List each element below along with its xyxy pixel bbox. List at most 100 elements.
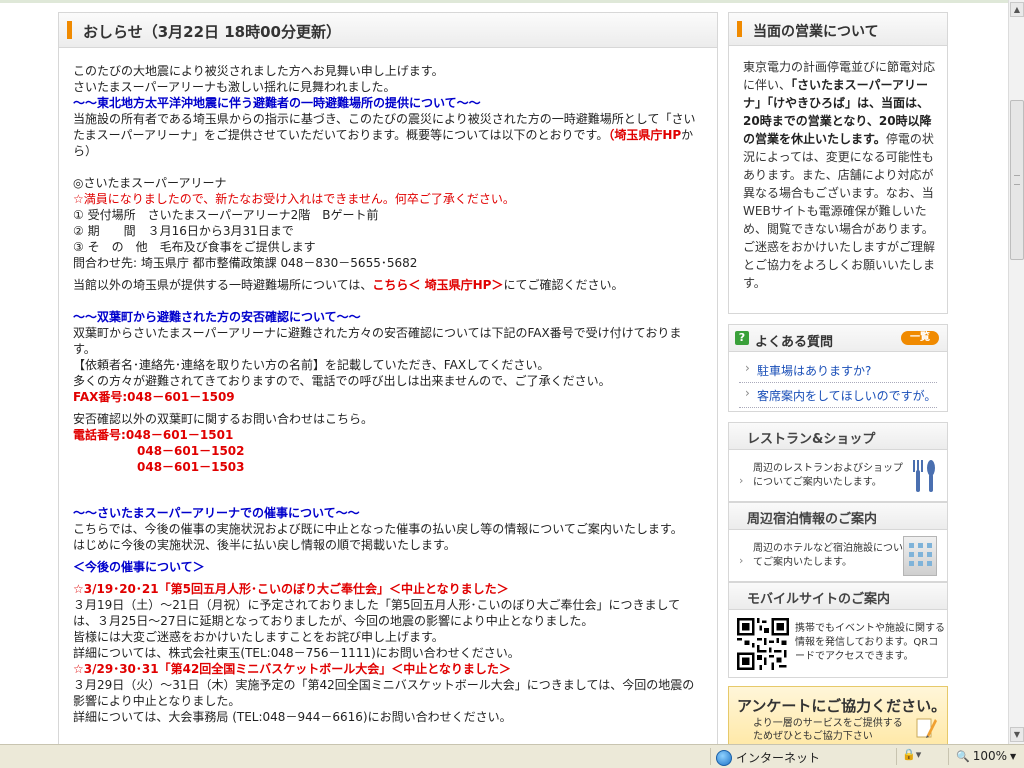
tel-number-1: 048－601－1501: [125, 428, 234, 442]
survey-text: より一層のサービスをご提供する ためぜひともご協力下さい: [753, 717, 903, 743]
info-item-1: ① 受付場所 さいたまスーパーアリーナ2階 Bゲート前: [73, 208, 379, 222]
hotel-arrow-icon: ›: [739, 554, 744, 567]
pencil-icon: [916, 718, 937, 738]
restaurant-text: 周辺のレストランおよびショップについてご案内いたします。: [753, 463, 903, 488]
scroll-up-icon[interactable]: ▲: [1010, 2, 1024, 17]
business-accent: [737, 21, 742, 37]
hotel-panel[interactable]: 周辺宿泊情報のご案内 › 周辺のホテルなど宿泊施設についてご案内いたします。: [728, 502, 948, 582]
survey-text-2: ためぜひともご協力下さい: [753, 731, 873, 742]
event-1-title: ☆3/19･20･21「第5回五月人形･こいのぼり大ご奉仕会」＜中止となりました…: [73, 582, 509, 596]
faq-item-parking[interactable]: 駐車場はありますか?: [739, 358, 937, 383]
mobile-text: 携帯でもイベントや施設に関する情報を発信しております。QRコードでアクセスできま…: [795, 623, 945, 662]
events-body-1: こちらでは、今後の催事の実施状況および既に中止となった催事の払い戻し等の情報につ…: [73, 522, 683, 536]
futaba-heading: ～～双葉町から避難された方の安否確認について～～: [73, 310, 361, 324]
intro-line-2: さいたまスーパーアリーナも激しい揺れに見舞われました。: [73, 80, 396, 94]
cutlery-icon: [913, 460, 935, 492]
futaba-body-3: 多くの方々が避難されてきておりますので、電話での呼び出しは出来ませんので、ご了承…: [73, 374, 611, 388]
tel-label: 電話番号:: [73, 428, 126, 442]
survey-text-1: より一層のサービスをご提供する: [753, 718, 903, 729]
info-item-3: ③ そ の 他 毛布及び食事をご提供します: [73, 240, 316, 254]
intro-line-1: このたびの大地震により被災されました方へお見舞い申し上げます。: [73, 64, 444, 78]
upcoming-events-heading: ＜今後の催事について＞: [73, 560, 205, 574]
globe-icon: [716, 749, 732, 766]
survey-banner[interactable]: アンケートにご協力ください。 より一層のサービスをご提供する ためぜひともご協力…: [728, 686, 948, 744]
status-bar: インターネット 🔒▾ 🔍 100% ▼: [0, 744, 1024, 768]
hotel-text: 周辺のホテルなど宿泊施設についてご案内いたします。: [753, 543, 903, 568]
building-icon: [903, 536, 937, 576]
question-icon: ?: [735, 331, 749, 345]
evacuation-body: 当施設の所有者である埼玉県からの指示に基づき、このたびの震災により被災された方の…: [73, 112, 696, 142]
info-item-2: ② 期 間 ３月16日から3月31日まで: [73, 224, 294, 238]
business-text: 東京電力の計画停電並びに節電対応に伴い、「さいたまスーパーアリーナ」「けやきひろ…: [729, 46, 947, 300]
notice-header: おしらせ（3月22日 18時00分更新）: [59, 13, 717, 48]
evacuation-heading: ～～東北地方太平洋沖地震に伴う避難者の一時避難場所の提供について～～: [73, 96, 481, 110]
event-1-body-3: 詳細については、株式会社東玉(TEL:048－756－1111)にお問い合わせく…: [73, 646, 520, 660]
status-divider-2: [896, 748, 897, 765]
event-2-title: ☆3/29･30･31「第42回全国ミニバスケットボール大会」＜中止となりました…: [73, 662, 511, 676]
hotel-title: 周辺宿泊情報のご案内: [747, 512, 878, 527]
protected-mode-icon[interactable]: 🔒▾: [902, 748, 921, 761]
mobile-body: 携帯でもイベントや施設に関する情報を発信しております。QRコードでアクセスできま…: [729, 610, 947, 678]
top-border: [0, 0, 1008, 3]
zoom-level: 100%: [972, 749, 1008, 763]
tel-line-1: 電話番号:048－601－1501: [73, 427, 703, 443]
restaurant-arrow-icon: ›: [739, 474, 744, 487]
faq-list-button[interactable]: 一覧: [901, 331, 939, 345]
facility-heading: ◎さいたまスーパーアリーナ: [73, 176, 227, 190]
faq-header: ? よくある質問 一覧: [729, 325, 947, 352]
futaba-body-1: 双葉町からさいたまスーパーアリーナに避難された方々の安否確認については下記のFA…: [73, 326, 682, 356]
faq-item-seating[interactable]: 客席案内をしてほしいのですが。: [739, 383, 937, 408]
notice-panel: おしらせ（3月22日 18時00分更新） このたびの大地震により被災されました方…: [58, 12, 718, 744]
hotel-body: › 周辺のホテルなど宿泊施設についてご案内いたします。: [729, 530, 947, 582]
evacuation-text: 当施設の所有者である埼玉県からの指示に基づき、このたびの震災により被災された方の…: [73, 111, 703, 159]
restaurant-header: レストラン&ショップ: [729, 423, 947, 450]
faq-panel: ? よくある質問 一覧 駐車場はありますか? 客席案内をしてほしいのですが。: [728, 324, 948, 412]
events-body-2: はじめに今後の実施状況、後半に払い戻し情報の順で掲載いたします。: [73, 538, 456, 552]
mobile-panel[interactable]: モバイルサイトのご案内 携帯でもイベントや施設に関する情報を発信しております。Q…: [728, 582, 948, 678]
event-1-body-1: ３月19日（土）～21日（月祝）に予定されておりました「第5回五月人形･こいのぼ…: [73, 598, 681, 628]
tel-number-2: 048－601－1502: [137, 444, 245, 458]
info-contact: 問合わせ先: 埼玉県庁 都市整備政策課 048－830－5655･5682: [73, 256, 418, 270]
qr-code-icon: [737, 618, 789, 670]
hotel-header: 周辺宿泊情報のご案内: [729, 503, 947, 530]
event-2-body-2: 詳細については、大会事務局 (TEL:048－944－6616)にお問い合わせく…: [73, 710, 512, 724]
futaba-other: 安否確認以外の双葉町に関するお問い合わせはこちら。: [73, 412, 374, 426]
other-shelters-end: にてご確認ください。: [503, 278, 624, 292]
fax-number: FAX番号:048－601－1509: [73, 390, 235, 404]
zoom-icon: 🔍: [956, 749, 970, 763]
other-shelters-text: 当館以外の埼玉県が提供する一時避難場所については、: [73, 278, 373, 292]
tel-number-3: 048－601－1503: [137, 460, 245, 474]
full-capacity-notice: ☆満員になりましたので、新たなお受け入れはできません。何卒ご了承ください。: [73, 192, 515, 206]
business-panel: 当面の営業について 東京電力の計画停電並びに節電対応に伴い、「さいたまスーパーア…: [728, 12, 948, 314]
futaba-body-2: 【依頼者名･連絡先･連絡を取りたい方の名前】を記載していただき、FAXしてくださ…: [73, 358, 550, 372]
business-title: 当面の営業について: [753, 24, 879, 40]
vertical-scrollbar[interactable]: ▲ ▼: [1008, 0, 1024, 744]
security-zone[interactable]: インターネット: [716, 749, 820, 766]
other-shelters: 当館以外の埼玉県が提供する一時避難場所については、こちら＜ 埼玉県庁HP＞にてご…: [73, 277, 703, 293]
restaurant-title: レストラン&ショップ: [747, 432, 876, 447]
prefecture-hp-link[interactable]: （埼玉県庁HP: [608, 128, 681, 142]
business-text-2: 停電の状況によっては、変更になる可能性もあります。また、店舗により対応が異なる場…: [743, 132, 936, 290]
status-divider: [710, 748, 711, 765]
zoom-control[interactable]: 🔍 100% ▼: [956, 749, 1016, 763]
notice-title: おしらせ（3月22日 18時00分更新）: [83, 23, 341, 41]
other-shelters-link[interactable]: こちら＜ 埼玉県庁HP＞: [372, 278, 503, 292]
business-header: 当面の営業について: [729, 13, 947, 46]
scroll-down-icon[interactable]: ▼: [1010, 727, 1024, 742]
zoom-dropdown-icon[interactable]: ▼: [1010, 752, 1016, 761]
mobile-title: モバイルサイトのご案内: [747, 592, 891, 607]
survey-title: アンケートにご協力ください。: [737, 697, 947, 715]
scrollbar-thumb[interactable]: [1010, 100, 1024, 260]
event-1-body-2: 皆様には大変ご迷惑をおかけいたしますことをお詫び申し上げます。: [73, 630, 444, 644]
faq-list: 駐車場はありますか? 客席案内をしてほしいのですが。: [729, 352, 947, 412]
zone-label: インターネット: [736, 751, 821, 765]
status-divider-3: [948, 748, 949, 765]
faq-title: よくある質問: [755, 335, 834, 350]
restaurant-panel[interactable]: レストラン&ショップ › 周辺のレストランおよびショップについてご案内いたします…: [728, 422, 948, 502]
browser-viewport: おしらせ（3月22日 18時00分更新） このたびの大地震により被災されました方…: [0, 0, 1008, 744]
restaurant-body: › 周辺のレストランおよびショップについてご案内いたします。: [729, 450, 947, 502]
header-accent: [67, 21, 72, 39]
notice-body: このたびの大地震により被災されました方へお見舞い申し上げます。 さいたまスーパー…: [73, 63, 703, 725]
mobile-header: モバイルサイトのご案内: [729, 583, 947, 610]
events-heading: ～～さいたまスーパーアリーナでの催事について～～: [73, 506, 360, 520]
